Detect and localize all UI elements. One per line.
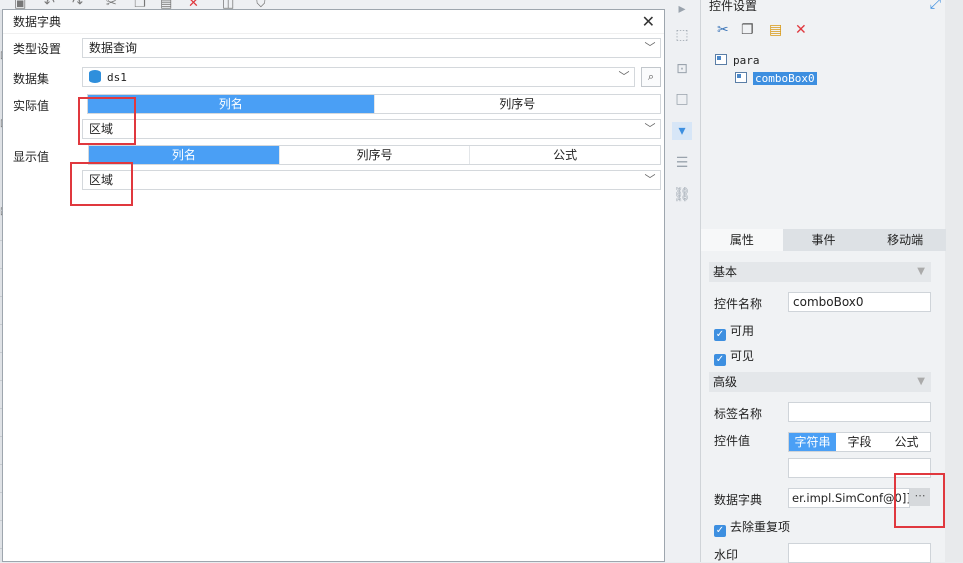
paste-icon[interactable]: ▤: [769, 22, 782, 38]
enabled-checkbox[interactable]: ✓ 可用: [714, 322, 754, 341]
enabled-label: 可用: [730, 324, 755, 338]
database-icon: [89, 70, 101, 83]
chevron-down-icon: ﹀: [618, 70, 630, 83]
arrow-right-icon[interactable]: ▸: [672, 0, 692, 18]
expand-icon[interactable]: ⤢: [930, 0, 941, 12]
tab-string[interactable]: 字符串: [789, 433, 836, 451]
tab-formula[interactable]: 公式: [883, 433, 930, 451]
cut-icon[interactable]: ✂: [717, 22, 729, 38]
info-icon[interactable]: ⊡: [672, 60, 692, 78]
tab-display-formula[interactable]: 公式: [470, 146, 661, 164]
dedupe-checkbox[interactable]: ✓ 去除重复项: [714, 518, 790, 537]
panel-title: 控件设置: [709, 0, 758, 13]
property-tabs: 属性 事件 移动端: [701, 229, 947, 251]
type-label: 类型设置: [13, 42, 62, 56]
tab-properties[interactable]: 属性: [701, 229, 783, 251]
actual-value-select[interactable]: 区域 ﹀: [82, 119, 661, 139]
combobox-icon: [735, 72, 747, 83]
widget-tree: para comboBox0: [709, 46, 937, 226]
layout-icon[interactable]: ⬚: [672, 26, 692, 44]
data-dictionary-dialog: 数据字典 ✕ 类型设置 数据查询 ﹀ 数据集 ds1 ﹀ ⌕ 实际值 列名 列序…: [2, 9, 665, 562]
tree-node-root[interactable]: para: [715, 54, 760, 67]
highlight-box: [78, 97, 136, 145]
advanced-section-title: 高级: [713, 375, 738, 389]
dialog-title: 数据字典: [3, 10, 664, 34]
data-dictionary-field[interactable]: er.impl.SimConf@0]]: [788, 488, 910, 508]
type-select-value: 数据查询: [89, 41, 138, 55]
widget-name-field[interactable]: comboBox0: [788, 292, 931, 312]
display-value-select[interactable]: 区域 ﹀: [82, 170, 661, 190]
checkbox-checked-icon: ✓: [714, 525, 726, 537]
display-value-label: 显示值: [13, 150, 50, 164]
collapse-icon: ▼: [917, 266, 925, 277]
basic-section-title: 基本: [713, 265, 738, 279]
data-dictionary-label: 数据字典: [714, 493, 763, 507]
checkbox-checked-icon: ✓: [714, 354, 726, 366]
combobox-tool-icon[interactable]: ▾: [672, 122, 692, 140]
visible-label: 可见: [730, 349, 755, 363]
dataset-select-value: ds1: [107, 71, 127, 84]
widget-toolbox: ▸ ⬚ ⊡ □ ▾ ☰ ⛓: [664, 1, 700, 562]
tree-node-combobox[interactable]: comboBox0: [735, 72, 817, 85]
widget-settings-panel: 控件设置 ⤢ ✂ ❐ ▤ ✕ para comboBox0 属性 事件 移动端 …: [700, 0, 963, 563]
widget-value-label: 控件值: [714, 434, 751, 448]
dataset-select[interactable]: ds1 ﹀: [82, 67, 635, 87]
tab-actual-column-index[interactable]: 列序号: [374, 95, 660, 113]
dedupe-label: 去除重复项: [730, 520, 791, 534]
tab-display-column-index[interactable]: 列序号: [279, 146, 471, 164]
delete-icon[interactable]: ✕: [795, 22, 807, 38]
panel-scrollbar[interactable]: [945, 0, 963, 562]
chevron-down-icon: ﹀: [644, 41, 656, 54]
watermark-label: 水印: [714, 548, 739, 562]
list-icon[interactable]: ☰: [672, 154, 692, 172]
tag-name-label: 标签名称: [714, 407, 763, 421]
tab-events[interactable]: 事件: [782, 229, 865, 251]
tree-node-root-label: para: [733, 54, 760, 67]
frame-icon[interactable]: □: [672, 90, 692, 108]
link-icon[interactable]: ⛓: [672, 186, 692, 204]
form-icon: [715, 54, 727, 65]
visible-checkbox[interactable]: ✓ 可见: [714, 347, 754, 366]
widget-value-tabs: 字符串 字段 公式: [788, 432, 931, 452]
widget-name-label: 控件名称: [714, 297, 763, 311]
highlight-box: [70, 162, 133, 206]
close-icon[interactable]: ✕: [642, 12, 655, 31]
dataset-preview-button[interactable]: ⌕: [641, 67, 661, 87]
copy-icon[interactable]: ❐: [741, 22, 754, 38]
tag-name-field[interactable]: [788, 402, 931, 422]
actual-value-tabs: 列名 列序号: [87, 94, 661, 114]
chevron-down-icon: ﹀: [644, 173, 656, 186]
highlight-box: [894, 473, 945, 528]
dataset-label: 数据集: [13, 72, 50, 86]
tab-field[interactable]: 字段: [836, 433, 883, 451]
collapse-icon: ▼: [917, 376, 925, 387]
chevron-down-icon: ﹀: [644, 122, 656, 135]
type-select[interactable]: 数据查询 ﹀: [82, 38, 661, 58]
advanced-section-header[interactable]: 高级 ▼: [709, 372, 931, 392]
tree-node-combobox-label: comboBox0: [753, 72, 817, 85]
tab-mobile[interactable]: 移动端: [864, 229, 947, 251]
checkbox-checked-icon: ✓: [714, 329, 726, 341]
display-value-tabs: 列名 列序号 公式: [88, 145, 661, 165]
actual-value-label: 实际值: [13, 99, 50, 113]
watermark-field[interactable]: [788, 543, 931, 563]
basic-section-header[interactable]: 基本 ▼: [709, 262, 931, 282]
preview-icon: ⌕: [647, 70, 655, 83]
